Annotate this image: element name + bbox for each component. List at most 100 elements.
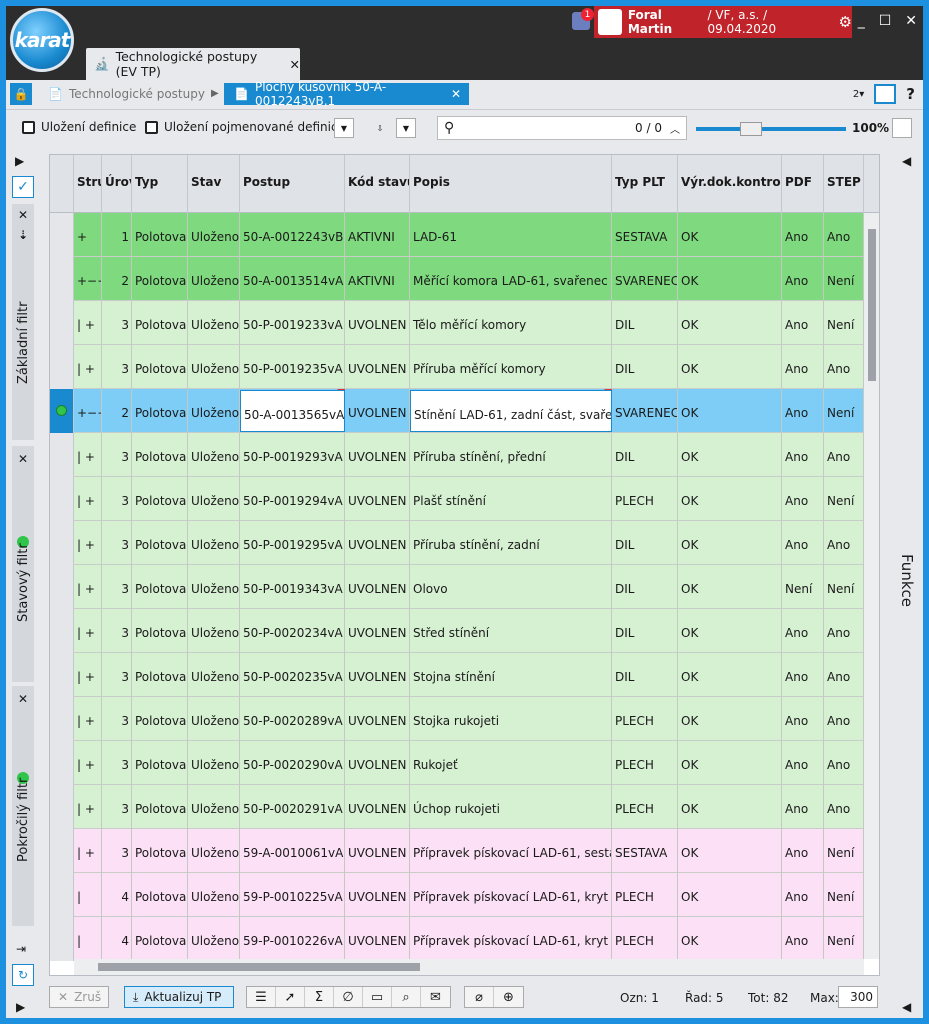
pointer-icon[interactable]: ➚ [276, 987, 305, 1007]
row-gutter[interactable] [50, 257, 74, 301]
cell-vyr-dok[interactable]: OK [678, 301, 782, 345]
search-input[interactable]: ⚲ 0 / 0 ︿ [437, 116, 687, 140]
update-tp-button[interactable]: ⤓ Aktualizuj TP [124, 986, 234, 1008]
cell-step[interactable]: Není [824, 477, 864, 521]
cell-stru[interactable]: | + [74, 785, 102, 829]
header-col-pdf[interactable]: PDF [782, 155, 824, 213]
cell-pdf[interactable]: Ano [782, 213, 824, 257]
attach-add-icon[interactable]: ⊕ [494, 987, 523, 1007]
table-row[interactable]: | +3 Polotovar Uloženo 50-P-0020291vA UVOLNE… [50, 785, 864, 829]
cell-kod-stavu[interactable]: UVOLNEN [345, 565, 410, 609]
cell-vyr-dok[interactable]: OK [678, 477, 782, 521]
cell-typ[interactable]: Polotovar [132, 741, 188, 785]
cell-step[interactable]: Ano [824, 213, 864, 257]
cell-stru[interactable]: | + [74, 345, 102, 389]
cell-pdf[interactable]: Ano [782, 389, 824, 433]
basic-filter-panel[interactable]: ✕ ⇣ Základní filtr [12, 204, 34, 440]
cell-typ[interactable]: Polotovar [132, 521, 188, 565]
header-col-kod-stavu[interactable]: Kód stavu d [345, 155, 410, 213]
cell-stav[interactable]: Uloženo [188, 389, 240, 433]
header-col-vyr-dok[interactable]: Výr.dok.kontrola [678, 155, 782, 213]
cell-pdf[interactable]: Ano [782, 521, 824, 565]
export-icon[interactable]: ⇩ [370, 118, 390, 138]
max-input[interactable]: 300 [838, 986, 878, 1008]
filter-rows-icon[interactable]: ☰ [247, 987, 276, 1007]
cell-postup[interactable]: 50-P-0019293vA [240, 433, 345, 477]
cell-stav[interactable]: Uloženo [188, 609, 240, 653]
cell-kod-stavu[interactable]: AKTIVNI [345, 213, 410, 257]
cell-typ[interactable]: Polotovar [132, 345, 188, 389]
cell-step[interactable]: Ano [824, 741, 864, 785]
state-filter-panel[interactable]: ✕ Stavový filtr [12, 446, 34, 682]
cell-vyr-dok[interactable]: OK [678, 829, 782, 873]
row-gutter[interactable] [50, 873, 74, 917]
cell-step[interactable]: Ano [824, 785, 864, 829]
cell-stav[interactable]: Uloženo [188, 345, 240, 389]
header-col-stru[interactable]: Stru [74, 155, 102, 213]
cell-vyr-dok[interactable]: OK [678, 741, 782, 785]
cell-typ-plt[interactable]: PLECH [612, 873, 678, 917]
cell-stav[interactable]: Uloženo [188, 741, 240, 785]
row-gutter[interactable] [50, 433, 74, 477]
cell-step[interactable]: Ano [824, 653, 864, 697]
cell-typ-plt[interactable]: PLECH [612, 741, 678, 785]
cell-popis[interactable]: Olovo [410, 565, 612, 609]
cell-stav[interactable]: Uloženo [188, 873, 240, 917]
cell-postup[interactable]: 50-P-0020290vA [240, 741, 345, 785]
cell-popis[interactable]: Přípravek pískovací LAD-61, kryt před [410, 917, 612, 961]
zoom-slider[interactable] [696, 122, 846, 136]
cell-kod-stavu[interactable]: UVOLNEN [345, 917, 410, 961]
cell-popis[interactable]: Přípravek pískovací LAD-61, sestava [410, 829, 612, 873]
cell-stru[interactable]: | + [74, 521, 102, 565]
cell-typ[interactable]: Polotovar [132, 389, 188, 433]
cell-vyr-dok[interactable]: OK [678, 521, 782, 565]
cell-urov[interactable]: 3 [102, 477, 132, 521]
header-col-stav[interactable]: Stav [188, 155, 240, 213]
cell-kod-stavu[interactable]: UVOLNEN [345, 741, 410, 785]
cell-stav[interactable]: Uloženo [188, 785, 240, 829]
cell-typ-plt[interactable]: DIL [612, 521, 678, 565]
cell-typ-plt[interactable]: SESTAVA [612, 213, 678, 257]
row-gutter[interactable] [50, 653, 74, 697]
table-row[interactable]: | 4 Polotovar Uloženo 59-P-0010225vA UVOLNEN P… [50, 873, 864, 917]
cell-vyr-dok[interactable]: OK [678, 785, 782, 829]
cell-urov[interactable]: 1 [102, 213, 132, 257]
cell-typ-plt[interactable]: DIL [612, 609, 678, 653]
row-gutter[interactable] [50, 301, 74, 345]
cell-step[interactable]: Není [824, 257, 864, 301]
zoom-save-icon[interactable] [892, 118, 912, 138]
header-col-popis[interactable]: Popis [410, 155, 612, 213]
cell-vyr-dok[interactable]: OK [678, 917, 782, 961]
cell-stru[interactable]: | + [74, 609, 102, 653]
collapse-right-icon[interactable]: ◀ [902, 154, 911, 168]
cell-stru[interactable]: | + [74, 653, 102, 697]
window-icon[interactable]: ▭ [363, 987, 392, 1007]
cell-pdf[interactable]: Ano [782, 301, 824, 345]
cell-postup[interactable]: 50-P-0019235vA [240, 345, 345, 389]
cell-kod-stavu[interactable]: UVOLNEN [345, 433, 410, 477]
maximize-button[interactable]: ☐ [879, 13, 892, 29]
horizontal-scrollbar[interactable] [74, 959, 864, 975]
cell-kod-stavu[interactable]: UVOLNEN [345, 873, 410, 917]
cell-urov[interactable]: 4 [102, 917, 132, 961]
table-row[interactable]: | +3 Polotovar Uloženo 50-P-0020235vA UVOLNE… [50, 653, 864, 697]
cell-popis[interactable]: Příruba stínění, přední [410, 433, 612, 477]
cell-step[interactable]: Není [824, 917, 864, 961]
cell-step[interactable]: Není [824, 389, 864, 433]
table-row[interactable]: | 4 Polotovar Uloženo 59-P-0010226vA UVOLNEN P… [50, 917, 864, 961]
cell-stav[interactable]: Uloženo [188, 697, 240, 741]
cell-popis[interactable]: Stojka rukojeti [410, 697, 612, 741]
zoom-slider-knob[interactable] [740, 122, 762, 136]
cell-postup[interactable]: 50-A-0012243vB [240, 213, 345, 257]
settings-icon[interactable]: ⚙ [839, 13, 852, 31]
cell-popis[interactable]: Stojna stínění [410, 653, 612, 697]
cell-typ-plt[interactable]: SVARENEC [612, 257, 678, 301]
cell-kod-stavu[interactable]: UVOLNEN [345, 697, 410, 741]
cell-urov[interactable]: 3 [102, 345, 132, 389]
cell-stru[interactable]: | [74, 873, 102, 917]
cell-kod-stavu[interactable]: UVOLNEN [345, 609, 410, 653]
cell-typ-plt[interactable]: PLECH [612, 697, 678, 741]
tab-technologicke-postupy[interactable]: 🔬 Technologické postupy (EV TP) ✕ [86, 48, 300, 80]
row-gutter[interactable] [50, 609, 74, 653]
cell-vyr-dok[interactable]: OK [678, 653, 782, 697]
